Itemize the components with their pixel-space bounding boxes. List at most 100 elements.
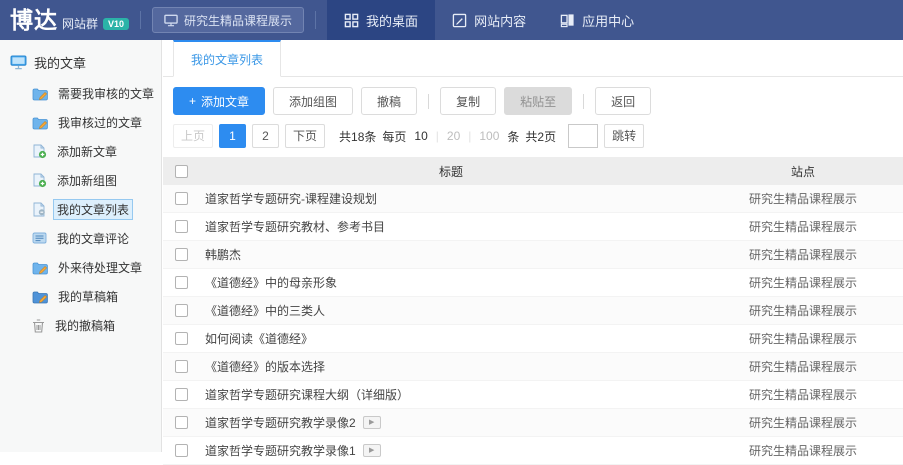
table-row[interactable]: 道家哲学专题研究教材、参考书目 研究生精品课程展示	[163, 213, 903, 241]
tab-site-content[interactable]: 网站内容	[435, 0, 543, 40]
table-header-row: 标题 站点	[163, 157, 903, 185]
toolbar-separator	[583, 94, 584, 109]
article-site: 研究生精品课程展示	[703, 358, 903, 375]
row-checkbox[interactable]	[175, 304, 188, 317]
logo-text: 博达	[10, 0, 58, 40]
next-page-button[interactable]: 下页	[285, 124, 325, 148]
sidebar-item-label: 需要我审核的文章	[54, 83, 158, 104]
table-row[interactable]: 韩鹏杰 研究生精品课程展示	[163, 241, 903, 269]
sidebar-item-my-article-list[interactable]: 我的文章列表	[0, 195, 161, 224]
sidebar-item-withdrawn-box[interactable]: 我的撤稿箱	[0, 311, 161, 340]
table-row[interactable]: 《道德经》的版本选择 研究生精品课程展示	[163, 353, 903, 381]
app-center-icon	[560, 13, 575, 28]
topbar-divider	[140, 11, 141, 29]
table-row[interactable]: 道家哲学专题研究教学录像1 ▶ 研究生精品课程展示	[163, 437, 903, 465]
current-site-label: 研究生精品课程展示	[184, 12, 292, 29]
folder-edit-icon	[32, 116, 48, 130]
add-article-button[interactable]: + 添加文章	[173, 87, 265, 115]
article-site: 研究生精品课程展示	[703, 190, 903, 207]
current-site-button[interactable]: 研究生精品课程展示	[152, 7, 304, 33]
tab-app-center[interactable]: 应用中心	[543, 0, 651, 40]
row-checkbox[interactable]	[175, 416, 188, 429]
jump-button[interactable]: 跳转	[604, 124, 644, 148]
page-list-icon	[32, 202, 47, 217]
table-row[interactable]: 道家哲学专题研究教学录像2 ▶ 研究生精品课程展示	[163, 409, 903, 437]
table-row[interactable]: 如何阅读《道德经》 研究生精品课程展示	[163, 325, 903, 353]
sidebar-item-my-drafts[interactable]: 我的草稿箱	[0, 282, 161, 311]
tab-label: 网站内容	[474, 11, 526, 30]
option-separator: |	[436, 129, 439, 143]
toolbar: + 添加文章 添加组图 撤稿 复制 粘贴至 返回	[163, 77, 903, 120]
row-checkbox[interactable]	[175, 444, 188, 457]
article-title[interactable]: 如何阅读《道德经》	[205, 330, 313, 347]
tab-label: 应用中心	[582, 11, 634, 30]
pagination: 上页 1 2 下页 共18条 每页 10 | 20 | 100 条 共2页 跳转	[163, 120, 903, 157]
per-page-option-10[interactable]: 10	[414, 129, 427, 143]
row-checkbox[interactable]	[175, 332, 188, 345]
row-checkbox[interactable]	[175, 220, 188, 233]
article-table: 标题 站点 道家哲学专题研究-课程建设规划 研究生精品课程展示 道家哲学专题研究…	[163, 157, 903, 465]
article-site: 研究生精品课程展示	[703, 442, 903, 459]
version-badge: V10	[103, 18, 129, 30]
header-title: 标题	[199, 163, 703, 180]
sidebar-item-external-pending[interactable]: 外来待处理文章	[0, 253, 161, 282]
article-title[interactable]: 道家哲学专题研究教材、参考书目	[205, 218, 385, 235]
row-checkbox[interactable]	[175, 388, 188, 401]
article-title[interactable]: 道家哲学专题研究教学录像1	[205, 442, 356, 459]
main-content: 我的文章列表 + 添加文章 添加组图 撤稿 复制 粘贴至 返回 上页 1 2 下…	[163, 40, 903, 452]
article-site: 研究生精品课程展示	[703, 386, 903, 403]
unit-label: 条	[507, 128, 519, 145]
button-label: 添加文章	[201, 93, 249, 110]
jump-page-input[interactable]	[568, 124, 598, 148]
row-checkbox[interactable]	[175, 276, 188, 289]
row-checkbox[interactable]	[175, 248, 188, 261]
table-row[interactable]: 《道德经》中的母亲形象 研究生精品课程展示	[163, 269, 903, 297]
per-page-option-20[interactable]: 20	[447, 129, 460, 143]
trash-icon	[32, 318, 45, 333]
tab-my-desktop[interactable]: 我的桌面	[327, 0, 435, 40]
article-title[interactable]: 道家哲学专题研究教学录像2	[205, 414, 356, 431]
sidebar-item-add-gallery[interactable]: 添加新组图	[0, 166, 161, 195]
select-all-checkbox[interactable]	[175, 165, 188, 178]
sidebar-item-articles-to-review[interactable]: 需要我审核的文章	[0, 79, 161, 108]
sidebar-item-label: 我的草稿箱	[54, 286, 122, 307]
video-icon[interactable]: ▶	[363, 444, 381, 457]
article-title[interactable]: 韩鹏杰	[205, 246, 241, 263]
plus-icon: +	[189, 94, 196, 108]
sidebar-item-add-article[interactable]: 添加新文章	[0, 137, 161, 166]
article-site: 研究生精品课程展示	[703, 274, 903, 291]
withdraw-button[interactable]: 撤稿	[361, 87, 417, 115]
sidebar-item-label: 添加新文章	[53, 141, 121, 162]
row-checkbox[interactable]	[175, 192, 188, 205]
tab-label: 我的桌面	[366, 11, 418, 30]
sidebar-item-articles-reviewed[interactable]: 我审核过的文章	[0, 108, 161, 137]
page-button-2[interactable]: 2	[252, 124, 279, 148]
comment-list-icon	[32, 232, 47, 245]
row-checkbox[interactable]	[175, 360, 188, 373]
table-row[interactable]: 道家哲学专题研究课程大纲（详细版） 研究生精品课程展示	[163, 381, 903, 409]
article-title[interactable]: 《道德经》中的母亲形象	[205, 274, 337, 291]
tab-my-article-list[interactable]: 我的文章列表	[173, 40, 281, 77]
content-tabbar: 我的文章列表	[163, 40, 903, 77]
folder-edit-icon	[32, 87, 48, 101]
article-title[interactable]: 道家哲学专题研究课程大纲（详细版）	[205, 386, 409, 403]
article-site: 研究生精品课程展示	[703, 246, 903, 263]
total-pages: 共2页	[525, 128, 556, 145]
table-row[interactable]: 道家哲学专题研究-课程建设规划 研究生精品课程展示	[163, 185, 903, 213]
article-title[interactable]: 道家哲学专题研究-课程建设规划	[205, 190, 377, 207]
add-gallery-button[interactable]: 添加组图	[273, 87, 353, 115]
video-icon[interactable]: ▶	[363, 416, 381, 429]
sidebar-item-my-article-comments[interactable]: 我的文章评论	[0, 224, 161, 253]
per-page-label: 每页	[382, 128, 406, 145]
article-title[interactable]: 《道德经》中的三类人	[205, 302, 325, 319]
sidebar-item-label: 我的撤稿箱	[51, 315, 119, 336]
page-button-1[interactable]: 1	[219, 124, 246, 148]
per-page-option-100[interactable]: 100	[479, 129, 499, 143]
article-title[interactable]: 《道德经》的版本选择	[205, 358, 325, 375]
back-button[interactable]: 返回	[595, 87, 651, 115]
copy-button[interactable]: 复制	[440, 87, 496, 115]
article-site: 研究生精品课程展示	[703, 302, 903, 319]
sidebar-item-label: 我的文章评论	[53, 228, 133, 249]
sidebar-section-my-articles[interactable]: 我的文章	[0, 48, 161, 79]
table-row[interactable]: 《道德经》中的三类人 研究生精品课程展示	[163, 297, 903, 325]
